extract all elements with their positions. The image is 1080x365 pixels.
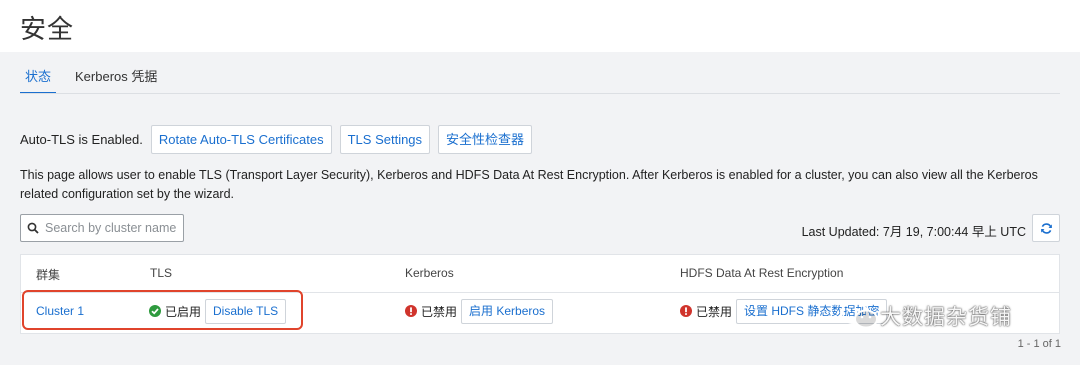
cluster-link[interactable]: Cluster 1	[36, 304, 84, 318]
kerberos-cell: 已禁用 启用 Kerberos	[405, 298, 554, 324]
tls-settings-button[interactable]: TLS Settings	[339, 125, 431, 154]
column-header-cluster: 群集	[36, 268, 61, 282]
refresh-button[interactable]	[1032, 214, 1060, 242]
auto-tls-status: Auto-TLS is Enabled.	[20, 132, 143, 147]
table-row: Cluster 1	[36, 298, 84, 324]
search-icon	[27, 222, 39, 234]
header-divider	[21, 292, 1059, 293]
wechat-icon	[840, 302, 878, 329]
page-title: 安全	[20, 15, 75, 45]
column-header-kerberos: Kerberos	[405, 266, 454, 280]
cluster-search[interactable]	[20, 214, 184, 242]
last-updated-text: Last Updated: 7月 19, 7:00:44 早上 UTC	[801, 225, 1026, 239]
kerberos-status: 已禁用	[421, 304, 458, 319]
page-description: This page allows user to enable TLS (Tra…	[20, 168, 1038, 201]
error-circle-icon	[680, 305, 692, 317]
security-inspector-button[interactable]: 安全性检查器	[438, 125, 533, 154]
column-header-hdfs-encryption: HDFS Data At Rest Encryption	[680, 266, 844, 280]
tab-bar: 状态 Kerberos 凭据	[20, 62, 176, 94]
tab-divider	[20, 93, 1060, 94]
tab-kerberos-credentials[interactable]: Kerberos 凭据	[70, 62, 162, 94]
watermark-text: 大数据杂货铺	[880, 305, 1012, 329]
enable-kerberos-button[interactable]: 启用 Kerberos	[461, 298, 554, 324]
page-header: 安全	[0, 0, 1080, 52]
tls-cell: 已启用 Disable TLS	[149, 298, 287, 324]
tab-status[interactable]: 状态	[20, 62, 57, 94]
refresh-icon	[1040, 222, 1052, 234]
watermark: 大数据杂货铺	[838, 300, 1012, 332]
tls-status: 已启用	[165, 304, 202, 319]
pagination-info: 1 - 1 of 1	[1017, 338, 1061, 350]
column-header-tls: TLS	[150, 266, 173, 280]
hdfs-encryption-status: 已禁用	[696, 304, 733, 319]
search-input[interactable]	[43, 220, 183, 236]
check-circle-icon	[149, 305, 161, 317]
tls-toolbar: Auto-TLS is Enabled. Rotate Auto-TLS Cer…	[20, 125, 533, 154]
rotate-auto-tls-button[interactable]: Rotate Auto-TLS Certificates	[150, 125, 332, 154]
error-circle-icon	[405, 305, 417, 317]
disable-tls-button[interactable]: Disable TLS	[205, 298, 287, 324]
